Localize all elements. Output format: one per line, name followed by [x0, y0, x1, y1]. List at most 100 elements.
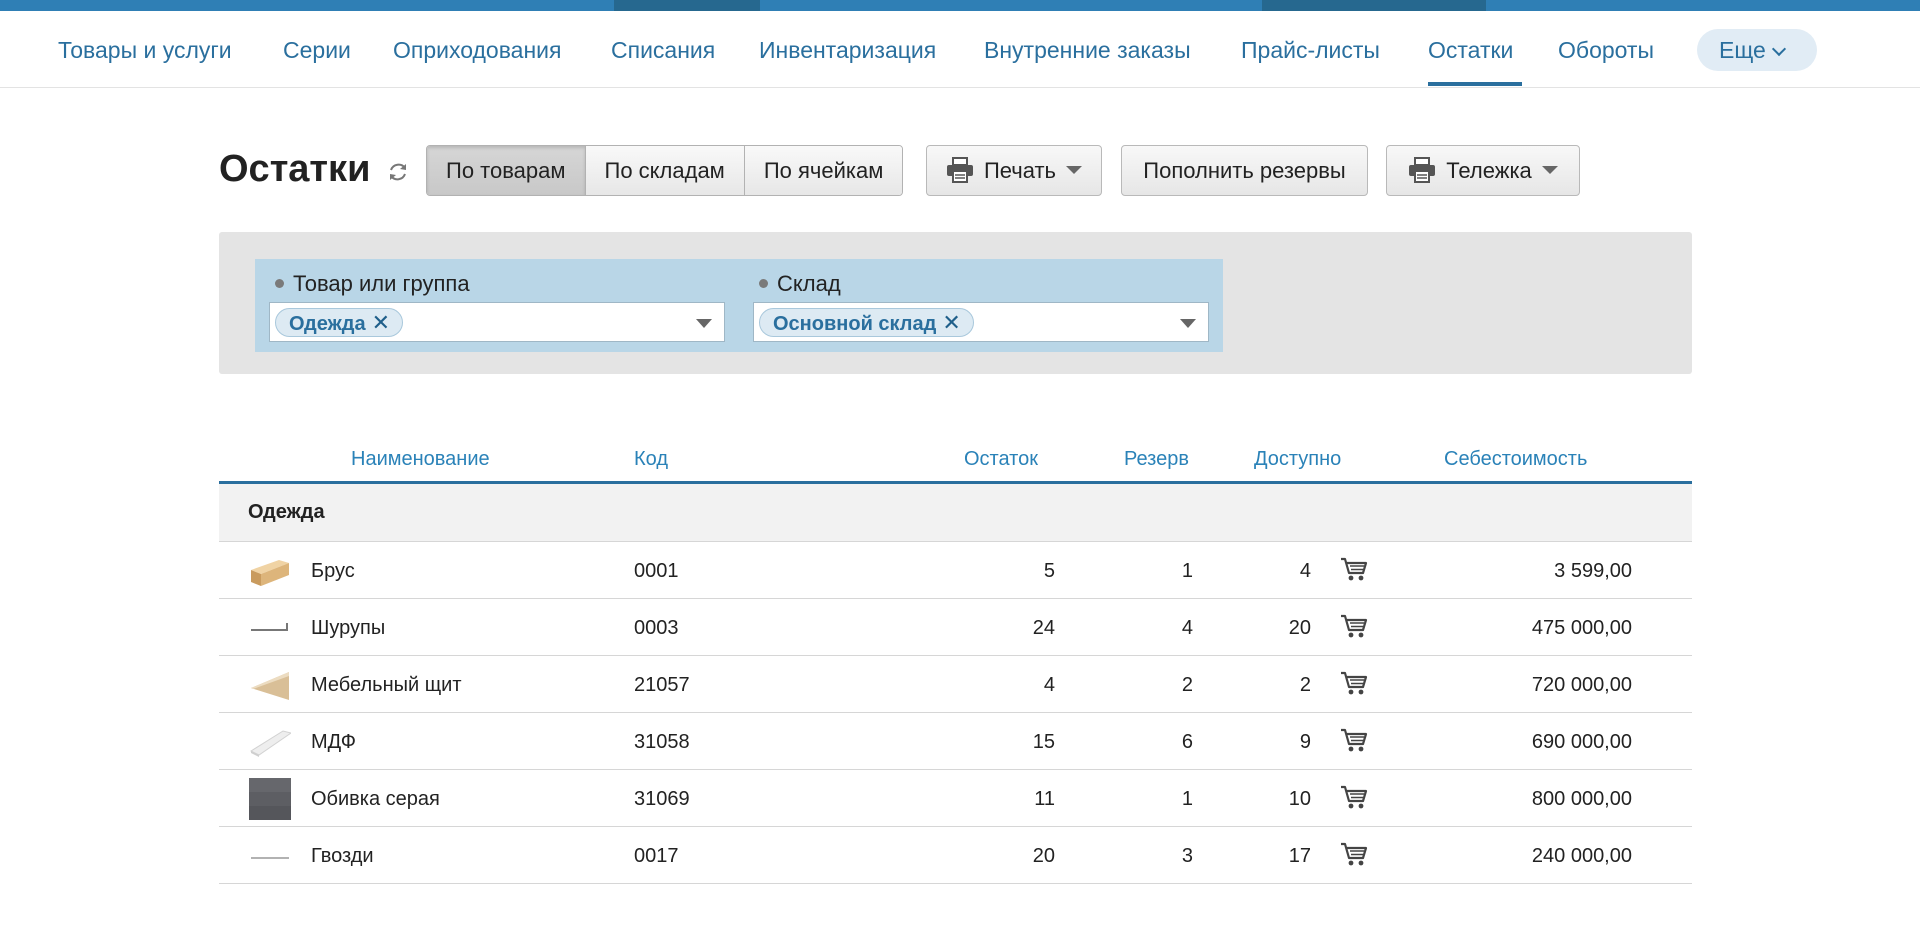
caret-down-icon: [1066, 166, 1083, 175]
refresh-icon[interactable]: [386, 160, 410, 184]
product-filter-select[interactable]: Одежда ✕: [269, 302, 725, 342]
screw-thumbnail: [251, 623, 288, 631]
row-reserve: 1: [1181, 560, 1193, 582]
view-by-warehouses-button[interactable]: По складам: [585, 146, 745, 195]
nav-item-goods-services[interactable]: Товары и услуги: [58, 37, 232, 64]
row-remainder: 20: [1032, 845, 1055, 867]
nav-item-stock[interactable]: Остатки: [1428, 37, 1513, 64]
nav-item-internal-orders[interactable]: Внутренние заказы: [984, 37, 1191, 64]
row-remainder: 11: [1034, 788, 1055, 810]
table-row[interactable]: МДФ 31058 15 6 9 690 000,00: [219, 713, 1692, 770]
group-label: Одежда: [248, 501, 325, 523]
row-reserve: 2: [1181, 674, 1193, 696]
cart-icon[interactable]: [1340, 613, 1368, 639]
row-reserve: 1: [1181, 788, 1193, 810]
filter-box: Товар или группа Одежда ✕ Склад Основной …: [255, 259, 1223, 352]
row-code: 21057: [634, 674, 690, 696]
row-cost: 3 599,00: [1554, 560, 1632, 582]
remove-chip-icon[interactable]: ✕: [942, 310, 960, 335]
row-name: Гвозди: [311, 845, 374, 867]
cart-icon[interactable]: [1340, 784, 1368, 810]
row-name: Мебельный щит: [311, 674, 462, 696]
row-cost: 800 000,00: [1531, 788, 1632, 810]
row-available: 10: [1288, 788, 1311, 810]
remove-chip-icon[interactable]: ✕: [372, 310, 390, 335]
row-reserve: 6: [1181, 731, 1193, 753]
table-row[interactable]: Мебельный щит 21057 4 2 2 720 000,00: [219, 656, 1692, 713]
column-header-reserve[interactable]: Резерв: [1124, 448, 1189, 471]
table-group-row[interactable]: Одежда: [219, 484, 1692, 542]
row-reserve: 3: [1181, 845, 1193, 867]
row-reserve: 4: [1181, 617, 1193, 639]
mdf-thumbnail: [249, 730, 291, 757]
bullet-icon: [759, 278, 768, 288]
column-header-cost[interactable]: Себестоимость: [1444, 448, 1587, 471]
top-strip-segment: [614, 0, 760, 11]
cart-icon[interactable]: [1340, 727, 1368, 753]
print-button-label: Печать: [983, 158, 1057, 183]
top-strip-segment: [1262, 0, 1486, 11]
caret-down-icon: [1541, 166, 1558, 175]
warehouse-filter-chip: Основной склад ✕: [759, 308, 974, 337]
column-header-name[interactable]: Наименование: [351, 448, 490, 471]
column-header-code[interactable]: Код: [634, 448, 668, 471]
product-filter-label-text: Товар или группа: [293, 271, 470, 296]
table-row[interactable]: Обивка серая 31069 11 1 10 800 000,00: [219, 770, 1692, 827]
fabric-thumbnail: [249, 778, 291, 820]
row-code: 0003: [634, 617, 679, 639]
filter-panel: Товар или группа Одежда ✕ Склад Основной …: [219, 232, 1692, 374]
nav-item-turnover[interactable]: Обороты: [1558, 37, 1654, 64]
warehouse-filter-chip-label: Основной склад: [773, 313, 937, 335]
nav-item-price-lists[interactable]: Прайс-листы: [1241, 37, 1380, 64]
table-row[interactable]: Брус 0001 5 1 4 3 599,00: [219, 542, 1692, 599]
product-filter-chip: Одежда ✕: [275, 308, 404, 337]
row-remainder: 24: [1032, 617, 1055, 639]
table-row[interactable]: Гвозди 0017 20 3 17 240 000,00: [219, 827, 1692, 884]
chevron-down-icon: [1771, 41, 1786, 57]
cart-dropdown-button[interactable]: Тележка: [1386, 145, 1580, 196]
row-name: Обивка серая: [311, 788, 440, 810]
active-tab-indicator: [1428, 82, 1522, 86]
row-cost: 720 000,00: [1531, 674, 1632, 696]
row-code: 31058: [634, 731, 690, 753]
row-remainder: 15: [1032, 731, 1055, 753]
row-code: 0017: [634, 845, 679, 867]
view-by-cells-button[interactable]: По ячейкам: [744, 146, 903, 195]
row-remainder: 4: [1043, 674, 1055, 696]
top-navigation: Товары и услуги Серии Оприходования Спис…: [0, 11, 1920, 88]
print-button[interactable]: Печать: [926, 145, 1102, 196]
row-cost: 690 000,00: [1531, 731, 1632, 753]
beam-thumbnail: [251, 560, 289, 586]
cart-icon[interactable]: [1340, 670, 1368, 696]
row-available: 17: [1288, 845, 1311, 867]
warehouse-filter-label-text: Склад: [777, 271, 841, 296]
column-header-remainder[interactable]: Остаток: [964, 448, 1038, 471]
nav-item-receipts[interactable]: Оприходования: [393, 37, 561, 64]
row-code: 0001: [634, 560, 679, 582]
row-available: 4: [1299, 560, 1311, 582]
nav-item-write-offs[interactable]: Списания: [611, 37, 715, 64]
warehouse-filter-select[interactable]: Основной склад ✕: [753, 302, 1209, 342]
board-thumbnail: [251, 672, 289, 700]
column-header-available[interactable]: Доступно: [1254, 448, 1341, 471]
row-available: 2: [1299, 674, 1311, 696]
view-by-goods-button[interactable]: По товарам: [427, 146, 586, 195]
printer-icon: [946, 157, 973, 184]
cart-icon[interactable]: [1340, 841, 1368, 867]
dropdown-arrow-icon[interactable]: [696, 319, 712, 328]
row-code: 31069: [634, 788, 690, 810]
dropdown-arrow-icon[interactable]: [1180, 319, 1196, 328]
cart-icon[interactable]: [1340, 556, 1368, 582]
cart-button-label: Тележка: [1446, 158, 1532, 183]
more-menu-button[interactable]: Еще: [1697, 29, 1817, 71]
row-cost: 475 000,00: [1531, 617, 1632, 639]
row-available: 9: [1299, 731, 1311, 753]
nav-item-series[interactable]: Серии: [283, 37, 351, 64]
row-cost: 240 000,00: [1531, 845, 1632, 867]
row-name: Шурупы: [311, 617, 386, 639]
more-menu-label: Еще: [1719, 37, 1766, 63]
replenish-reserves-button[interactable]: Пополнить резервы: [1121, 145, 1368, 196]
table-row[interactable]: Шурупы 0003 24 4 20 475 000,00: [219, 599, 1692, 656]
page-title: Остатки: [219, 148, 371, 190]
nav-item-inventory[interactable]: Инвентаризация: [759, 37, 936, 64]
